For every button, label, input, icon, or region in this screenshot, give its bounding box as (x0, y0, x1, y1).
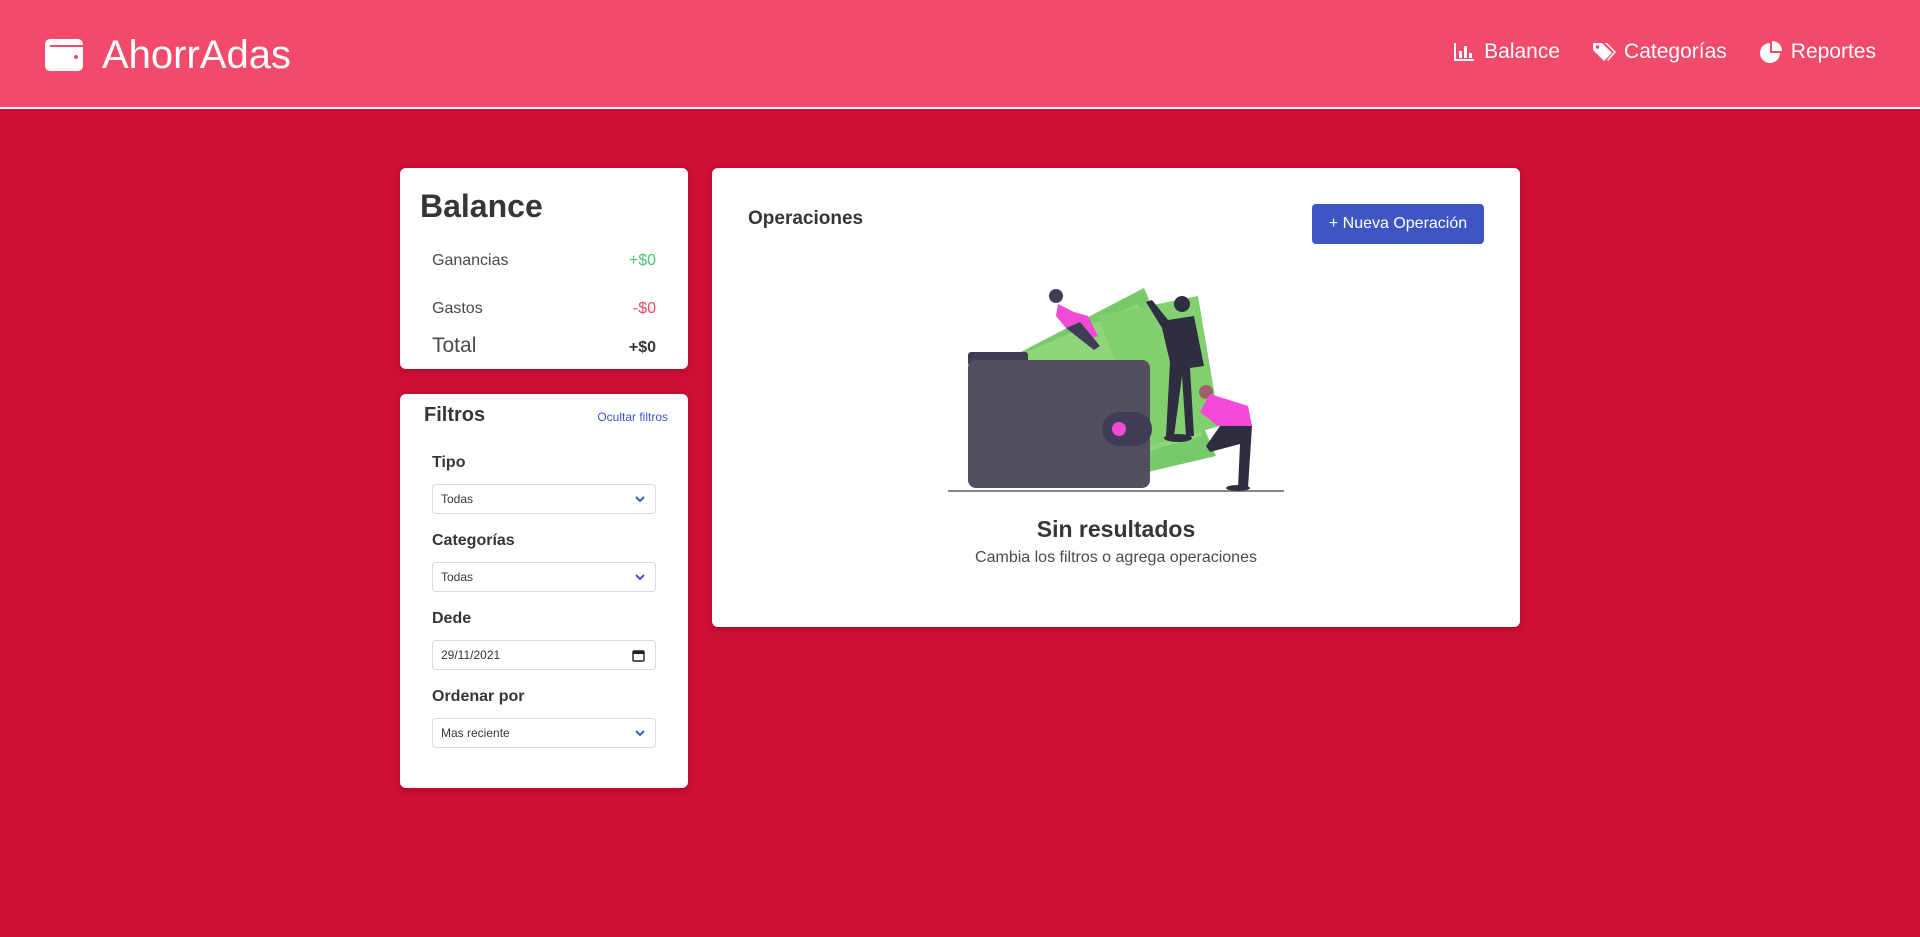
operations-card: Operaciones + Nueva Operación Sin result… (712, 168, 1520, 627)
empty-title: Sin resultados (1036, 516, 1196, 542)
empty-subtitle: Cambia los filtros o agrega operaciones (975, 549, 1257, 566)
ganancias-label: Ganancias (432, 252, 509, 269)
ordenar-value: Mas reciente (441, 726, 510, 740)
nav-categorias[interactable]: Categorías (1592, 40, 1727, 64)
chevron-down-icon (635, 496, 645, 503)
brand[interactable]: AhorrAdas (44, 32, 291, 78)
nav-balance-label: Balance (1484, 40, 1561, 63)
categorias-select[interactable]: Todas (432, 562, 656, 592)
total-row: Total +$0 (432, 334, 656, 358)
gastos-value: -$0 (632, 300, 656, 317)
nav-reportes[interactable]: Reportes (1759, 40, 1876, 64)
navbar: AhorrAdas Balance Categorías Reportes (0, 0, 1920, 109)
empty-wallet-illustration (948, 288, 1284, 492)
tipo-label: Tipo (432, 454, 466, 471)
calendar-icon[interactable] (632, 649, 645, 662)
hide-filters-link[interactable]: Ocultar filtros (597, 410, 668, 424)
categorias-label: Categorías (432, 532, 515, 549)
nav-reportes-label: Reportes (1790, 40, 1876, 63)
operations-title: Operaciones (748, 208, 864, 229)
chart-pie-icon (1759, 41, 1782, 63)
filters-title: Filtros (424, 404, 486, 426)
filters-card: Filtros Ocultar filtros Tipo Todas Categ… (400, 394, 688, 788)
total-label: Total (432, 334, 477, 357)
categorias-value: Todas (441, 570, 474, 584)
tipo-value: Todas (441, 492, 474, 506)
ordenar-label: Ordenar por (432, 688, 525, 705)
new-operation-button[interactable]: + Nueva Operación (1312, 204, 1484, 244)
nav-categorias-label: Categorías (1624, 40, 1727, 63)
brand-title: AhorrAdas (102, 33, 291, 77)
nav-balance[interactable]: Balance (1452, 40, 1560, 64)
balance-card: Balance Ganancias +$0 Gastos -$0 Total +… (400, 168, 688, 369)
chart-bar-icon (1454, 43, 1475, 61)
chevron-down-icon (635, 574, 645, 581)
wallet-icon (45, 39, 83, 71)
gastos-label: Gastos (432, 300, 483, 317)
tipo-select[interactable]: Todas (432, 484, 656, 514)
chevron-down-icon (635, 730, 645, 737)
desde-value: 29/11/2021 (441, 648, 501, 662)
balance-title: Balance (420, 188, 543, 224)
tags-icon (1593, 43, 1617, 61)
gastos-row: Gastos -$0 (432, 300, 656, 318)
ganancias-value: +$0 (628, 252, 656, 269)
desde-label: Dede (432, 610, 472, 627)
ganancias-row: Ganancias +$0 (432, 252, 656, 270)
ordenar-select[interactable]: Mas reciente (432, 718, 656, 748)
total-value: +$0 (628, 339, 656, 356)
desde-date-input[interactable]: 29/11/2021 (432, 640, 656, 670)
main-nav: Balance Categorías Reportes (1420, 40, 1876, 64)
